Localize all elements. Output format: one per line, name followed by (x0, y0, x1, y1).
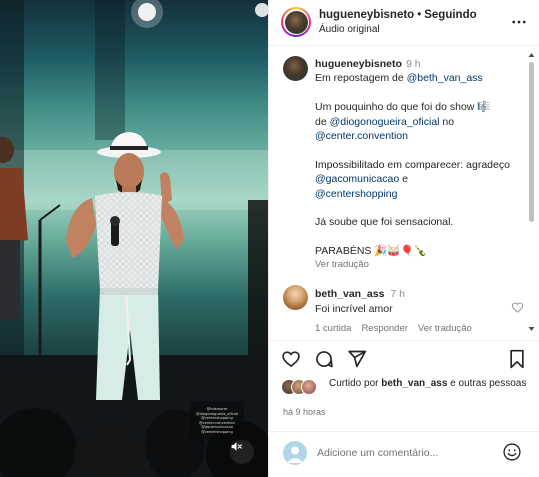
commenter-avatar[interactable] (283, 285, 308, 310)
caption-text: Impossibilitado em comparecer: agradeço (315, 158, 510, 171)
caption-text: Um pouquinho do que foi do show (315, 101, 478, 114)
caption-text: e (399, 173, 408, 186)
liked-by-row[interactable]: Curtido por beth_van_ass e outras pessoa… (281, 377, 536, 407)
caption-time: 9 h (405, 58, 421, 70)
mention-link[interactable]: @gacomunicacao (315, 173, 399, 185)
like-heart-icon[interactable] (281, 349, 301, 369)
comment-username[interactable]: beth_van_ass (315, 288, 384, 300)
caption-avatar[interactable] (283, 56, 308, 81)
header-name-line: hugueneybisneto • Seguindo (319, 9, 477, 21)
post-header: hugueneybisneto • Seguindo Áudio original (269, 0, 539, 46)
scroll-up-arrow-icon[interactable] (528, 52, 535, 58)
scrollbar-thumb[interactable] (529, 62, 534, 222)
caption-text: PARABÉNS 🎉🥁🎈🍾 (315, 245, 427, 258)
more-options-icon[interactable] (510, 13, 528, 31)
speaker-muted-icon (231, 442, 242, 451)
comment-time: 7 h (390, 288, 405, 300)
caption-username[interactable]: hugueneybisneto (315, 58, 402, 70)
caption-text: de (315, 115, 330, 128)
comment-translate-link[interactable]: Ver tradução (418, 323, 472, 334)
comment-body: beth_van_ass 7 h Foi incrível amor (315, 287, 405, 317)
comment-likes-count[interactable]: 1 curtida (315, 323, 351, 334)
post-timestamp: há 9 horas (283, 407, 326, 417)
liked-by-suffix[interactable]: e outras pessoas (447, 378, 526, 389)
mention-sticker: @hdsmorre @diogonogueira_oficial @center… (190, 401, 244, 439)
comment-bubble-icon[interactable] (314, 349, 334, 369)
liker-avatar (301, 379, 317, 395)
music-emoji: 🎼 (477, 101, 491, 114)
mention-link[interactable]: @diogonogueira_oficial (330, 116, 440, 128)
share-paper-plane-icon[interactable] (347, 349, 367, 369)
post-actions: Curtido por beth_van_ass e outras pessoa… (269, 340, 539, 470)
mute-button[interactable] (230, 440, 254, 464)
mention-link[interactable]: @center.convention (315, 130, 408, 142)
current-user-avatar (283, 441, 307, 465)
liked-by-user[interactable]: beth_van_ass (381, 378, 447, 389)
author-avatar[interactable] (281, 7, 311, 37)
audio-link[interactable]: Áudio original (319, 24, 380, 35)
sticker-line: @centershopping (201, 429, 233, 434)
liked-by-prefix: Curtido por (329, 378, 382, 389)
add-comment-bar (269, 431, 539, 471)
author-username[interactable]: hugueneybisneto (319, 9, 414, 21)
mention-link[interactable]: @centershopping (315, 188, 397, 200)
caption-text: no (439, 115, 455, 128)
comments-scrollbar[interactable] (527, 52, 536, 334)
comment-meta: 1 curtida Responder Ver tradução (315, 323, 482, 334)
scroll-down-arrow-icon[interactable] (528, 326, 535, 332)
separator-dot: • (417, 9, 422, 21)
comment-input[interactable] (317, 443, 497, 463)
post-video[interactable]: @hdsmorre @diogonogueira_oficial @center… (0, 0, 268, 477)
mention-link[interactable]: @beth_van_ass (407, 72, 483, 84)
post-caption: hugueneybisneto 9 h Em repostagem de @bet… (315, 57, 519, 259)
reply-button[interactable]: Responder (361, 323, 407, 334)
save-bookmark-icon[interactable] (508, 349, 526, 369)
caption-text: Em repostagem de (315, 72, 407, 85)
comments-list[interactable]: hugueneybisneto 9 h Em repostagem de @bet… (269, 47, 539, 339)
following-button[interactable]: Seguindo (424, 9, 476, 21)
see-translation-link[interactable]: Ver tradução (315, 259, 369, 270)
liked-by-text: Curtido por beth_van_ass e outras pessoa… (329, 377, 529, 391)
comment-text: Foi incrível amor (315, 303, 393, 315)
emoji-picker-icon[interactable] (502, 442, 522, 462)
like-comment-heart-icon[interactable] (511, 301, 524, 314)
caption-text: Já soube que foi sensacional. (315, 216, 454, 229)
post-side-panel: hugueneybisneto • Seguindo Áudio original … (268, 0, 539, 477)
